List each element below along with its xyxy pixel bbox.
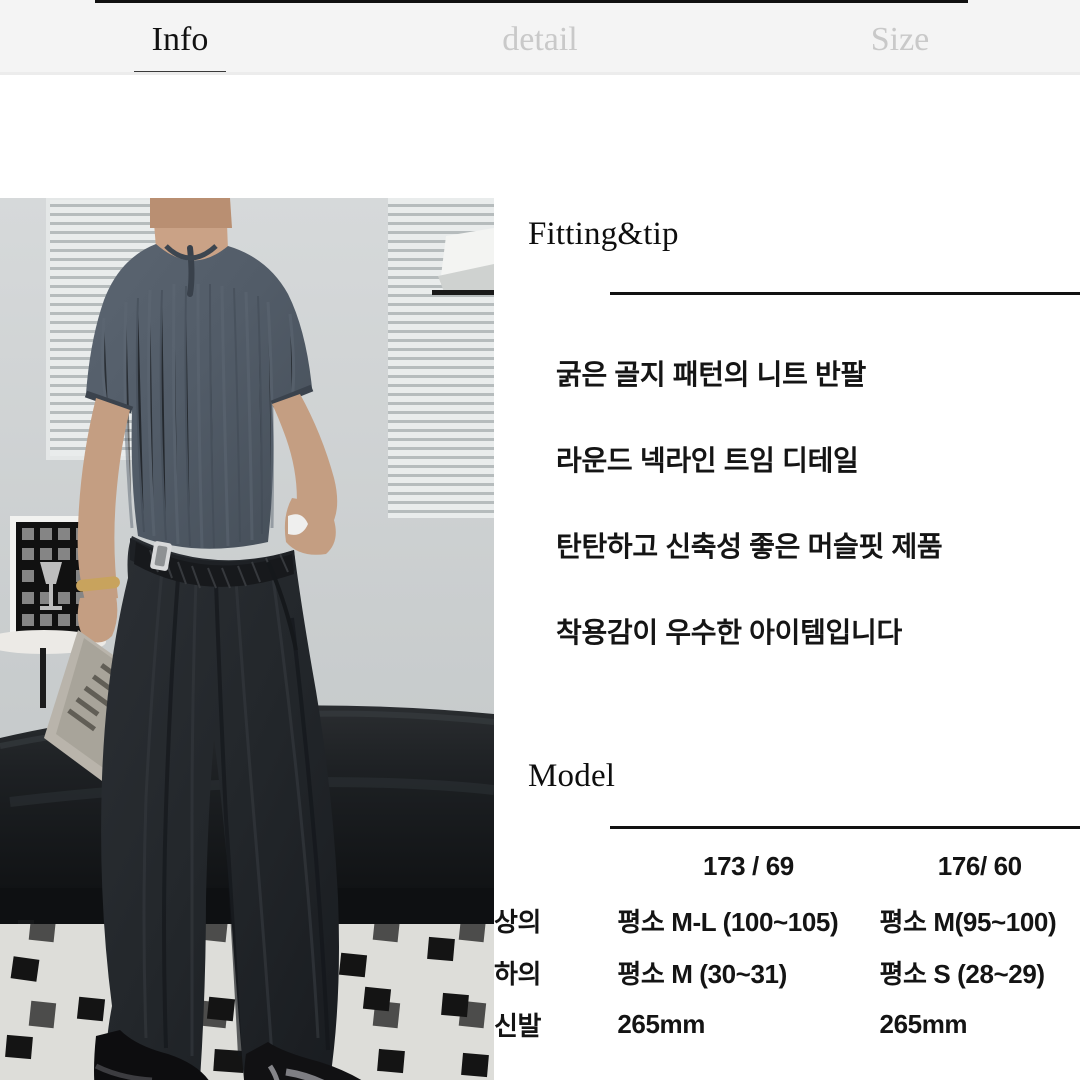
fitting-tip-line: 굵은 골지 패턴의 니트 반팔 bbox=[556, 359, 866, 390]
model-row-value-b: 평소 M(95~100) bbox=[879, 906, 1057, 937]
model-col-b-header: 176/ 60 bbox=[937, 850, 1022, 881]
tab-bar-bottom-divider bbox=[0, 72, 1080, 75]
table-row: 신발 265mm 265mm bbox=[494, 998, 1080, 1050]
model-row-value-b: 평소 S (28~29) bbox=[879, 958, 1046, 989]
table-header-row: 173 / 69 176/ 60 bbox=[494, 838, 1080, 894]
product-photo bbox=[0, 198, 494, 1080]
tab-size[interactable]: Size bbox=[720, 15, 1080, 57]
tab-detail[interactable]: detail bbox=[360, 15, 720, 57]
tab-info[interactable]: Info bbox=[0, 15, 360, 73]
table-row: 하의 평소 M (30~31) 평소 S (28~29) bbox=[494, 946, 1080, 998]
model-row-label: 하의 bbox=[494, 958, 542, 989]
tab-bar: Info detail Size bbox=[0, 0, 1080, 73]
tab-detail-label: detail bbox=[502, 21, 578, 58]
model-row-value-a: 평소 M-L (100~105) bbox=[617, 906, 839, 937]
fitting-tip-line: 라운드 넥라인 트임 디테일 bbox=[556, 445, 859, 476]
model-row-value-b: 265mm bbox=[879, 1008, 968, 1039]
tab-info-label: Info bbox=[151, 21, 209, 58]
table-row: 상의 평소 M-L (100~105) 평소 M(95~100) bbox=[494, 894, 1080, 946]
product-info-panel: Fitting&tip 굵은 골지 패턴의 니트 반팔 라운드 넥라인 트임 디… bbox=[494, 198, 1080, 1080]
model-row-label: 상의 bbox=[494, 906, 542, 937]
tab-list: Info detail Size bbox=[0, 0, 1080, 73]
fitting-tip-heading: Fitting&tip bbox=[528, 216, 679, 252]
model-divider bbox=[610, 826, 1080, 829]
fitting-tip-line: 탄탄하고 신축성 좋은 머슬핏 제품 bbox=[556, 531, 943, 562]
tab-size-label: Size bbox=[870, 21, 930, 58]
fitting-tip-line: 착용감이 우수한 아이템입니다 bbox=[556, 617, 902, 648]
fitting-tip-list: 굵은 골지 패턴의 니트 반팔 라운드 넥라인 트임 디테일 탄탄하고 신축성 … bbox=[556, 353, 1076, 651]
model-row-value-a: 265mm bbox=[617, 1008, 705, 1039]
model-col-a-header: 173 / 69 bbox=[703, 850, 794, 881]
model-row-value-a: 평소 M (30~31) bbox=[617, 958, 787, 989]
fitting-tip-divider bbox=[610, 292, 1080, 295]
model-col-blank bbox=[494, 838, 617, 894]
model-heading: Model bbox=[528, 758, 616, 794]
model-spec-table: 173 / 69 176/ 60 상의 평소 M-L (100~105) 평소 … bbox=[494, 838, 1080, 1050]
model-row-label: 신발 bbox=[494, 1010, 542, 1041]
